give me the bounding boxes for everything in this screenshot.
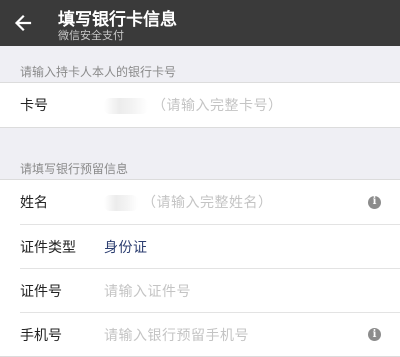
id-type-value[interactable]: 身份证	[104, 237, 148, 257]
bank-info-group: 姓名 （请输入完整姓名） i 证件类型 身份证 证件号 请输入证件号 手机号 请…	[0, 179, 400, 357]
phone-row[interactable]: 手机号 请输入银行预留手机号 i	[0, 312, 400, 356]
name-placeholder: （请输入完整姓名）	[142, 195, 273, 211]
id-type-label: 证件类型	[20, 239, 76, 256]
phone-info-icon[interactable]: i	[368, 328, 381, 341]
page-subtitle: 微信安全支付	[58, 29, 124, 42]
card-number-input[interactable]: （请输入完整卡号）	[104, 95, 283, 115]
card-number-placeholder: （请输入完整卡号）	[152, 98, 283, 114]
phone-label: 手机号	[20, 327, 62, 344]
card-section-label: 请输入持卡人本人的银行卡号	[20, 65, 177, 79]
redacted-name	[104, 195, 138, 211]
back-button[interactable]	[8, 8, 38, 38]
card-number-row[interactable]: 卡号 （请输入完整卡号）	[0, 83, 400, 127]
id-number-input[interactable]: 请输入证件号	[104, 281, 191, 301]
phone-input[interactable]: 请输入银行预留手机号	[104, 325, 249, 345]
name-info-icon[interactable]: i	[368, 195, 381, 209]
title-bar: 填写银行卡信息 微信安全支付	[0, 0, 400, 46]
redacted-card-number	[104, 98, 148, 114]
id-number-label: 证件号	[20, 283, 62, 300]
back-arrow-icon	[14, 14, 32, 32]
card-number-group: 卡号 （请输入完整卡号）	[0, 82, 400, 128]
info-section-label: 请填写银行预留信息	[20, 162, 129, 176]
name-row[interactable]: 姓名 （请输入完整姓名） i	[0, 180, 400, 224]
id-number-row[interactable]: 证件号 请输入证件号	[0, 268, 400, 312]
name-input[interactable]: （请输入完整姓名）	[104, 192, 273, 212]
card-number-label: 卡号	[20, 98, 48, 114]
id-type-row[interactable]: 证件类型 身份证	[0, 224, 400, 268]
name-label: 姓名	[20, 195, 48, 211]
